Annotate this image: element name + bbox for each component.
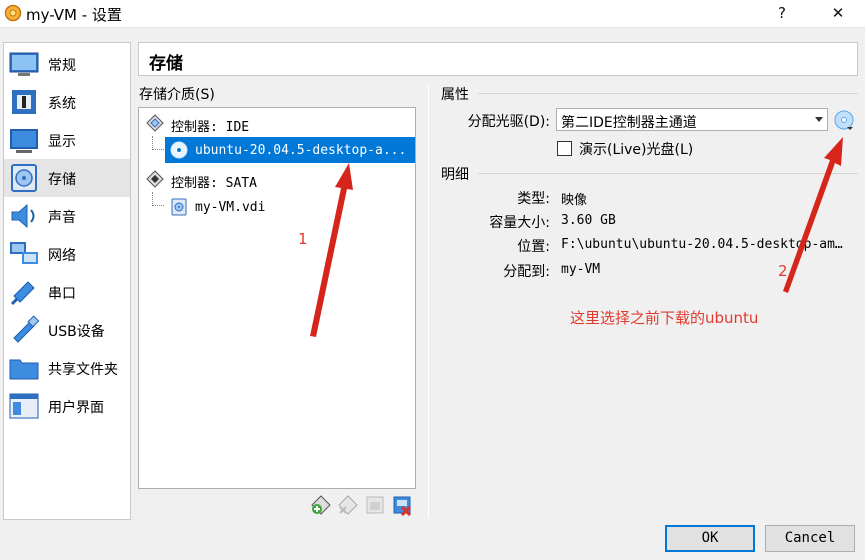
annotation-marker-2: 2 [778,262,788,280]
arrow-1-icon [310,163,353,337]
annotation-note: 这里选择之前下载的ubuntu [570,309,759,327]
ok-button[interactable]: OK [665,525,755,552]
annotation-arrows [310,137,843,337]
annotation-marker-1: 1 [298,230,308,248]
cancel-button[interactable]: Cancel [765,525,855,552]
arrow-2-icon [783,137,843,293]
